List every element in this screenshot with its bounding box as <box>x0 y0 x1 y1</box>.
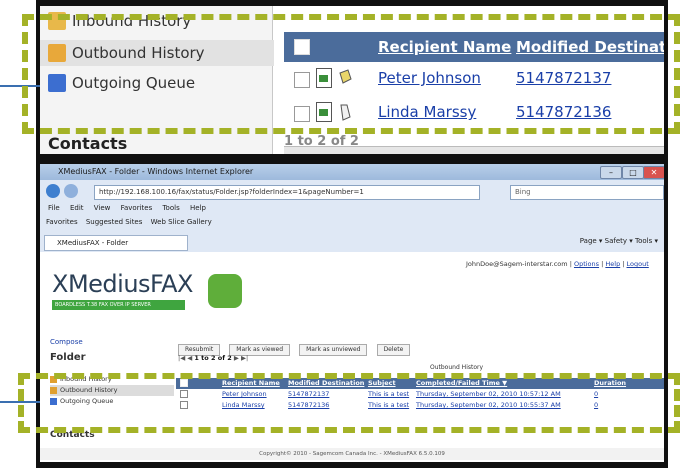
favorites-button[interactable]: Favorites <box>46 218 78 226</box>
menu-edit[interactable]: Edit <box>70 204 84 212</box>
close-button[interactable]: ✕ <box>643 166 664 179</box>
group-title: Outbound History <box>430 364 484 371</box>
help-link[interactable]: Help <box>605 260 620 268</box>
browser-tab[interactable]: XMediusFAX - Folder <box>44 235 188 251</box>
favorites-bar: Favorites Suggested Sites Web Slice Gall… <box>40 218 664 232</box>
minimize-button[interactable]: – <box>600 166 622 179</box>
logout-link[interactable]: Logout <box>627 260 649 268</box>
brand-tagline: BOARDLESS T.38 FAX OVER IP SERVER <box>52 300 185 310</box>
address-bar: http://192.168.100.16/fax/status/Folder.… <box>40 182 664 202</box>
pager-text: 1 to 2 of 2 <box>194 354 232 362</box>
compose-link[interactable]: Compose <box>50 338 83 346</box>
command-bar-tools[interactable]: Page ▾ Safety ▾ Tools ▾ <box>580 237 658 245</box>
user-email: JohnDoe@Sagem-interstar.com <box>466 260 568 268</box>
folder-heading: Folder <box>50 352 86 363</box>
url-field[interactable]: http://192.168.100.16/fax/status/Folder.… <box>94 185 480 200</box>
suggested-sites-link[interactable]: Suggested Sites <box>86 218 143 226</box>
forward-button[interactable] <box>64 184 78 198</box>
menu-tools[interactable]: Tools <box>162 204 179 212</box>
options-link[interactable]: Options <box>574 260 599 268</box>
menu-favorites[interactable]: Favorites <box>121 204 153 212</box>
user-info: JohnDoe@Sagem-interstar.com | Options | … <box>466 260 649 268</box>
search-field[interactable]: Bing <box>510 185 664 200</box>
maximize-button[interactable]: □ <box>622 166 644 179</box>
menu-help[interactable]: Help <box>190 204 206 212</box>
brand-logo-text: XMediusFAX <box>52 270 194 298</box>
web-slice-gallery-link[interactable]: Web Slice Gallery <box>151 218 212 226</box>
menu-view[interactable]: View <box>94 204 111 212</box>
horizontal-scrollbar[interactable] <box>284 146 664 154</box>
contacts-heading[interactable]: Contacts <box>48 134 127 153</box>
brand-logo-icon <box>208 274 242 308</box>
window-title: XMediusFAX - Folder - Windows Internet E… <box>58 167 254 176</box>
action-buttons: Resubmit Mark as viewed Mark as unviewed… <box>178 336 414 356</box>
pager: |◀ ◀ 1 to 2 of 2 ▶ ▶| <box>178 354 249 362</box>
tab-bar: XMediusFAX - Folder Page ▾ Safety ▾ Tool… <box>40 234 664 251</box>
window-titlebar: XMediusFAX - Folder - Windows Internet E… <box>40 164 664 180</box>
highlight-box-top <box>22 14 680 134</box>
mark-unviewed-button[interactable]: Mark as unviewed <box>299 344 368 356</box>
menu-file[interactable]: File <box>48 204 60 212</box>
delete-button[interactable]: Delete <box>376 344 411 356</box>
footer-copyright: Copyright© 2010 - Sagemcom Canada Inc. -… <box>40 448 664 460</box>
back-button[interactable] <box>46 184 60 198</box>
highlight-box-bottom <box>18 373 680 433</box>
menu-bar: File Edit View Favorites Tools Help <box>40 204 664 216</box>
